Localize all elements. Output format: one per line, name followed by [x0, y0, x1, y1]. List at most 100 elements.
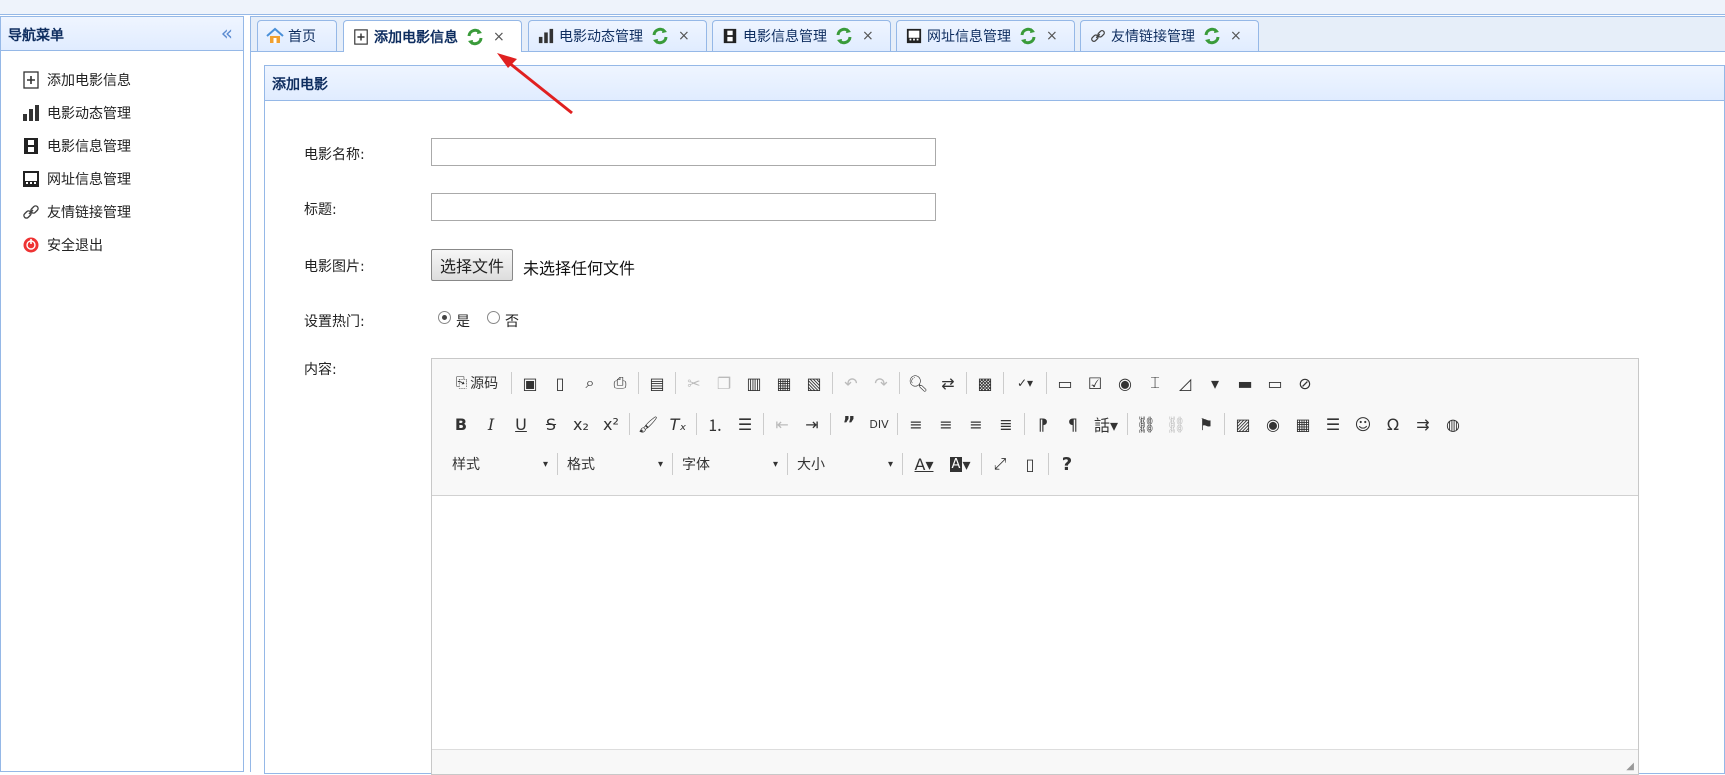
smiley-icon[interactable]: ☺ — [1348, 410, 1378, 438]
spellcheck-icon[interactable]: ✓▾ — [1007, 369, 1043, 397]
tab-movie-info[interactable]: 电影信息管理 × — [712, 20, 891, 51]
close-icon[interactable]: × — [493, 29, 505, 45]
title-input[interactable] — [431, 193, 936, 221]
sidebar-item-logout[interactable]: 安全退出 — [1, 228, 243, 261]
tab-url-info[interactable]: 网址信息管理 × — [896, 20, 1075, 51]
radio-icon[interactable]: ◉ — [1110, 369, 1140, 397]
sidebar-item-movie-news[interactable]: 电影动态管理 — [1, 96, 243, 129]
refresh-icon[interactable] — [650, 26, 670, 46]
new-page-icon[interactable]: ▯ — [545, 369, 575, 397]
tab-movie-news[interactable]: 电影动态管理 × — [528, 20, 707, 51]
styles-combo[interactable]: 样式 ▾ — [446, 451, 554, 477]
paste-text-icon[interactable]: ▦ — [769, 369, 799, 397]
find-icon[interactable]: 🔍︎ — [903, 369, 933, 397]
indent-icon[interactable]: ⇥ — [797, 410, 827, 438]
sidebar-item-movie-info[interactable]: 电影信息管理 — [1, 129, 243, 162]
sidebar-item-url-info[interactable]: 网址信息管理 — [1, 162, 243, 195]
special-char-icon[interactable]: Ω — [1378, 410, 1408, 438]
refresh-icon[interactable] — [834, 26, 854, 46]
preview-icon[interactable]: ⌕ — [575, 369, 605, 397]
align-center-icon[interactable]: ≡ — [931, 410, 961, 438]
checkbox-icon[interactable]: ☑ — [1080, 369, 1110, 397]
numbered-list-icon[interactable]: ⒈ — [700, 410, 730, 438]
cut-icon[interactable]: ✂ — [679, 369, 709, 397]
outdent-icon[interactable]: ⇤ — [767, 410, 797, 438]
subscript-icon[interactable]: x₂ — [566, 410, 596, 438]
textarea-icon[interactable]: ◿ — [1170, 369, 1200, 397]
double-chevron-left-icon[interactable]: « — [221, 21, 233, 45]
strikethrough-icon[interactable]: S — [536, 410, 566, 438]
remove-format-icon[interactable]: Tₓ — [663, 410, 693, 438]
format-combo[interactable]: 格式 ▾ — [561, 451, 669, 477]
horizontal-rule-icon[interactable]: ☰ — [1318, 410, 1348, 438]
source-button[interactable]: ⎘ 源码 — [446, 369, 508, 397]
paste-icon[interactable]: ▥ — [739, 369, 769, 397]
textfield-icon[interactable]: ⌶ — [1140, 369, 1170, 397]
separator — [638, 372, 639, 394]
table-icon[interactable]: ▦ — [1288, 410, 1318, 438]
anchor-flag-icon[interactable]: ⚑ — [1191, 410, 1221, 438]
maximize-icon[interactable]: ⤢ — [985, 450, 1015, 478]
bulleted-list-icon[interactable]: ☰ — [730, 410, 760, 438]
size-combo[interactable]: 大小 ▾ — [791, 451, 899, 477]
iframe-icon[interactable]: ◍ — [1438, 410, 1468, 438]
paste-word-icon[interactable]: ▧ — [799, 369, 829, 397]
rtl-icon[interactable]: ¶ — [1058, 410, 1088, 438]
italic-icon[interactable]: I — [476, 410, 506, 438]
hidden-field-icon[interactable]: ⊘ — [1290, 369, 1320, 397]
refresh-icon[interactable] — [1018, 26, 1038, 46]
page-break-icon[interactable]: ⇉ — [1408, 410, 1438, 438]
bold-icon[interactable]: B — [446, 410, 476, 438]
resize-handle-icon[interactable]: ◢ — [1626, 761, 1634, 772]
flash-icon[interactable]: ◉ — [1258, 410, 1288, 438]
tab-add-movie[interactable]: 添加电影信息 × — [343, 20, 522, 52]
blockquote-icon[interactable]: ” — [834, 410, 864, 438]
copy-icon[interactable]: ❐ — [709, 369, 739, 397]
select-icon[interactable]: ▾ — [1200, 369, 1230, 397]
button-icon[interactable]: ▬ — [1230, 369, 1260, 397]
print-icon[interactable]: ⎙ — [605, 369, 635, 397]
show-blocks-icon[interactable]: ▯ — [1015, 450, 1045, 478]
text-color-icon[interactable]: A▾ — [906, 450, 942, 478]
title-label: 标题: — [304, 202, 337, 218]
align-left-icon[interactable]: ≡ — [901, 410, 931, 438]
justify-icon[interactable]: ≣ — [991, 410, 1021, 438]
copy-format-icon[interactable]: 🖌︎ — [633, 410, 663, 438]
font-combo[interactable]: 字体 ▾ — [676, 451, 784, 477]
close-icon[interactable]: × — [1230, 28, 1242, 44]
close-icon[interactable]: × — [1046, 28, 1058, 44]
hot-yes-radio[interactable] — [438, 311, 451, 324]
save-icon[interactable]: ▣ — [515, 369, 545, 397]
tab-friend-links[interactable]: 友情链接管理 × — [1080, 20, 1259, 51]
undo-icon[interactable]: ↶ — [836, 369, 866, 397]
editor-content-area[interactable] — [432, 495, 1638, 750]
image-icon[interactable]: ▨ — [1228, 410, 1258, 438]
underline-icon[interactable]: U — [506, 410, 536, 438]
movie-name-input[interactable] — [431, 138, 936, 166]
ltr-icon[interactable]: ⁋ — [1028, 410, 1058, 438]
select-all-icon[interactable]: ▩ — [970, 369, 1000, 397]
link-icon[interactable]: ⛓︎ — [1131, 410, 1161, 438]
unlink-icon[interactable]: ⛓︎ — [1161, 410, 1191, 438]
align-right-icon[interactable]: ≡ — [961, 410, 991, 438]
bg-color-icon[interactable]: A ▾ — [942, 450, 978, 478]
close-icon[interactable]: × — [678, 28, 690, 44]
separator — [1224, 413, 1225, 435]
refresh-icon[interactable] — [1202, 26, 1222, 46]
superscript-icon[interactable]: x² — [596, 410, 626, 438]
div-icon[interactable]: DIV — [864, 410, 894, 438]
hot-no-radio[interactable] — [487, 311, 500, 324]
redo-icon[interactable]: ↷ — [866, 369, 896, 397]
close-icon[interactable]: × — [862, 28, 874, 44]
sidebar-item-add-movie[interactable]: 添加电影信息 — [1, 63, 243, 96]
form-icon[interactable]: ▭ — [1050, 369, 1080, 397]
sidebar-item-friend-links[interactable]: 友情链接管理 — [1, 195, 243, 228]
image-button-icon[interactable]: ▭ — [1260, 369, 1290, 397]
help-icon[interactable]: ? — [1052, 450, 1082, 478]
replace-icon[interactable]: ⇄ — [933, 369, 963, 397]
refresh-icon[interactable] — [465, 27, 485, 47]
tab-home[interactable]: 首页 — [257, 20, 337, 51]
choose-file-button[interactable]: 选择文件 — [431, 249, 514, 281]
templates-icon[interactable]: ▤ — [642, 369, 672, 397]
language-icon[interactable]: 話▾ — [1088, 410, 1124, 438]
